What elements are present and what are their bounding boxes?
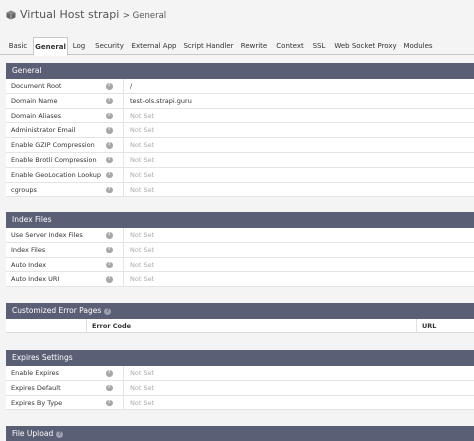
page-title-text: Virtual Host strapi bbox=[20, 8, 120, 21]
table-row: Domain Name ? test-ols.strapi.guru bbox=[6, 93, 474, 109]
help-icon[interactable]: ? bbox=[106, 370, 113, 377]
row-value: Not Set bbox=[123, 366, 154, 381]
expires-section: Expires Settings Enable Expires ? Not Se… bbox=[6, 350, 474, 411]
row-value: Not Set bbox=[123, 167, 154, 183]
tab-web-socket-proxy[interactable]: Web Socket Proxy bbox=[332, 37, 399, 55]
row-value: Not Set bbox=[123, 108, 154, 124]
table-row: cgroups ? Not Set bbox=[6, 182, 474, 198]
row-value: Not Set bbox=[123, 228, 154, 243]
help-icon[interactable]: ? bbox=[106, 83, 113, 90]
row-label: Document Root bbox=[11, 82, 62, 90]
row-value: / bbox=[123, 79, 132, 94]
row-label: Auto Index URI bbox=[11, 275, 60, 284]
help-icon[interactable]: ? bbox=[106, 127, 113, 134]
table-row: Document Root ? / bbox=[6, 79, 474, 94]
section-title-file-upload: File Upload? bbox=[6, 426, 474, 441]
help-icon[interactable]: ? bbox=[104, 308, 112, 315]
tab-general[interactable]: General bbox=[33, 37, 68, 56]
tab-script-handler[interactable]: Script Handler bbox=[181, 37, 236, 55]
table-row: Administrator Email ? Not Set bbox=[6, 123, 474, 139]
row-label: Expires By Type bbox=[11, 398, 63, 407]
row-value: Not Set bbox=[123, 123, 154, 139]
cube-icon bbox=[6, 10, 16, 20]
section-title-text: File Upload bbox=[12, 429, 54, 438]
row-value: Not Set bbox=[123, 138, 154, 153]
file-upload-section: File Upload? bbox=[6, 426, 474, 441]
tab-bar: Basic General Log Security External App … bbox=[0, 37, 474, 56]
table-row: Domain Aliases ? Not Set bbox=[6, 108, 474, 124]
section-title-general: General bbox=[6, 63, 474, 79]
column-header-url[interactable]: URL bbox=[422, 319, 436, 333]
tab-modules[interactable]: Modules bbox=[401, 37, 435, 55]
help-icon[interactable]: ? bbox=[106, 156, 113, 164]
row-label: Domain Aliases bbox=[11, 111, 62, 120]
table-row: Enable Brotli Compression ? Not Set bbox=[6, 152, 474, 168]
section-title-expires: Expires Settings bbox=[6, 350, 474, 366]
help-icon[interactable]: ? bbox=[56, 431, 64, 438]
breadcrumb: > General bbox=[122, 11, 167, 21]
help-icon[interactable]: ? bbox=[106, 276, 113, 283]
column-divider bbox=[86, 319, 87, 333]
row-label: Use Server Index Files bbox=[11, 231, 83, 239]
column-header-error-code[interactable]: Error Code bbox=[92, 319, 131, 333]
table-row: Expires By Type ? Not Set bbox=[6, 395, 474, 411]
help-icon[interactable]: ? bbox=[106, 232, 113, 239]
help-icon[interactable]: ? bbox=[106, 384, 113, 392]
help-icon[interactable]: ? bbox=[106, 142, 113, 149]
tab-basic[interactable]: Basic bbox=[4, 37, 32, 55]
section-title-error-pages: Customized Error Pages? bbox=[6, 303, 474, 319]
help-icon[interactable]: ? bbox=[106, 246, 113, 254]
row-label: Auto Index bbox=[11, 260, 47, 269]
row-label: Enable GZIP Compression bbox=[11, 141, 95, 150]
tab-context[interactable]: Context bbox=[273, 37, 307, 55]
general-section: General Document Root ? / Domain Name ? … bbox=[6, 63, 474, 198]
row-label: cgroups bbox=[11, 185, 37, 194]
row-label: Expires Default bbox=[11, 383, 61, 392]
row-value: Not Set bbox=[123, 182, 154, 198]
table-row: Enable Expires ? Not Set bbox=[6, 366, 474, 381]
help-icon[interactable]: ? bbox=[106, 186, 113, 194]
row-value: test-ols.strapi.guru bbox=[123, 93, 192, 109]
help-icon[interactable]: ? bbox=[106, 112, 113, 120]
table-row: Expires Default ? Not Set bbox=[6, 380, 474, 396]
row-value: Not Set bbox=[123, 257, 154, 273]
row-label: Enable Brotli Compression bbox=[11, 155, 97, 164]
table-row: Use Server Index Files ? Not Set bbox=[6, 228, 474, 243]
error-pages-table-header: Error Code URL bbox=[6, 319, 474, 333]
row-label: Administrator Email bbox=[11, 126, 76, 135]
row-label: Enable Expires bbox=[11, 369, 60, 377]
row-value: Not Set bbox=[123, 395, 154, 411]
row-value: Not Set bbox=[123, 272, 154, 288]
help-icon[interactable]: ? bbox=[106, 171, 113, 179]
row-value: Not Set bbox=[123, 152, 154, 168]
tab-external-app[interactable]: External App bbox=[130, 37, 178, 55]
table-row: Index Files ? Not Set bbox=[6, 242, 474, 258]
row-label: Index Files bbox=[11, 245, 46, 254]
index-files-section: Index Files Use Server Index Files ? Not… bbox=[6, 212, 474, 288]
row-value: Not Set bbox=[123, 380, 154, 396]
row-label: Domain Name bbox=[11, 96, 58, 105]
row-label: Enable GeoLocation Lookup bbox=[11, 170, 102, 179]
table-row: Enable GeoLocation Lookup ? Not Set bbox=[6, 167, 474, 183]
table-row: Auto Index ? Not Set bbox=[6, 257, 474, 273]
table-row: Enable GZIP Compression ? Not Set bbox=[6, 138, 474, 153]
help-icon[interactable]: ? bbox=[106, 399, 113, 407]
tab-ssl[interactable]: SSL bbox=[309, 37, 329, 55]
tab-log[interactable]: Log bbox=[69, 37, 89, 55]
section-title-text: Customized Error Pages bbox=[12, 306, 102, 315]
table-row: Auto Index URI ? Not Set bbox=[6, 272, 474, 288]
error-pages-section: Customized Error Pages? Error Code URL bbox=[6, 303, 474, 333]
column-divider bbox=[416, 319, 417, 333]
title-bar: Virtual Host strapi > General bbox=[0, 0, 474, 34]
page-title: Virtual Host strapi > General bbox=[20, 8, 166, 21]
help-icon[interactable]: ? bbox=[106, 261, 113, 269]
section-title-index-files: Index Files bbox=[6, 212, 474, 228]
tab-rewrite[interactable]: Rewrite bbox=[238, 37, 270, 55]
tab-security[interactable]: Security bbox=[92, 37, 127, 55]
row-value: Not Set bbox=[123, 242, 154, 258]
help-icon[interactable]: ? bbox=[106, 97, 113, 105]
